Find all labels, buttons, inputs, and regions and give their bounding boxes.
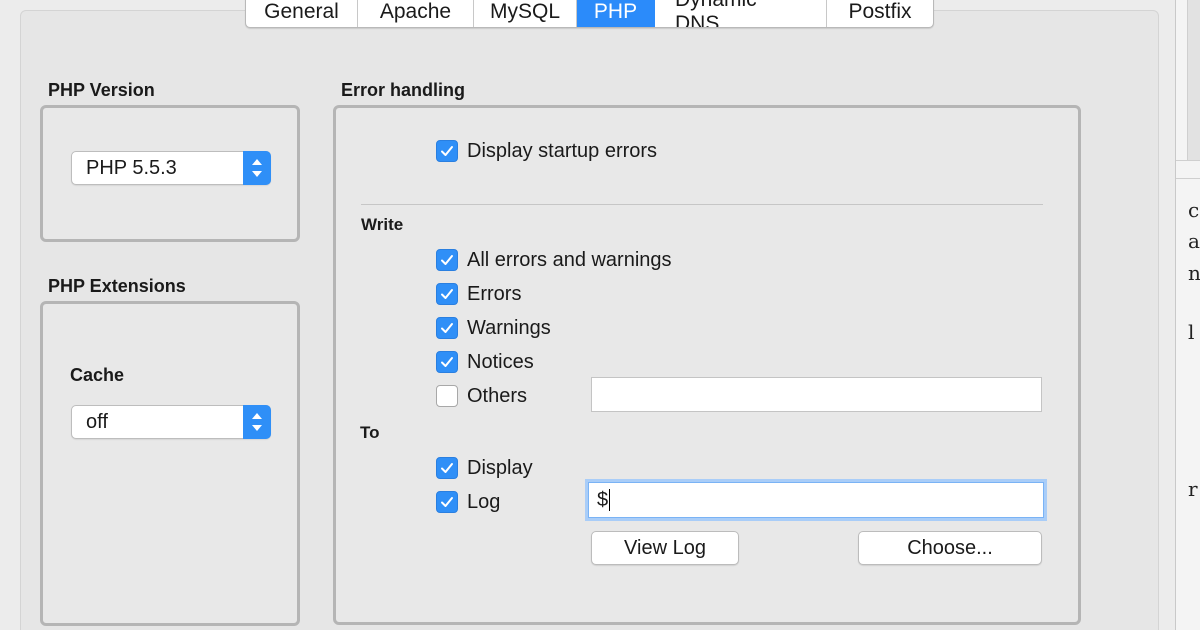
background-window-text: l	[1188, 320, 1195, 344]
tab-general[interactable]: General	[246, 0, 358, 27]
cache-label: Cache	[70, 365, 125, 385]
checkbox-label: Display startup errors	[467, 139, 658, 162]
warnings-checkbox[interactable]: Warnings	[436, 315, 551, 341]
tab-postfix[interactable]: Postfix	[827, 0, 933, 27]
display-startup-errors-checkbox[interactable]: Display startup errors	[436, 138, 657, 164]
errors-checkbox[interactable]: Errors	[436, 281, 521, 307]
checkmark-icon	[436, 491, 458, 513]
php-extensions-title: PHP Extensions	[48, 276, 186, 296]
checkbox-label: Warnings	[467, 316, 551, 339]
notices-checkbox[interactable]: Notices	[436, 349, 534, 375]
checkbox-label: All errors and warnings	[467, 248, 672, 271]
background-window-text: a	[1188, 229, 1200, 253]
view-log-button[interactable]: View Log	[591, 531, 739, 565]
checkmark-icon	[436, 283, 458, 305]
background-window-divider	[1176, 178, 1200, 179]
popup-chevrons-icon	[243, 405, 271, 439]
php-version-popup[interactable]: PHP 5.5.3	[71, 151, 271, 185]
checkbox-label: Display	[467, 456, 533, 479]
to-title: To	[360, 423, 380, 442]
php-version-title: PHP Version	[48, 80, 155, 100]
checkbox-empty-icon	[436, 385, 458, 407]
checkmark-icon	[436, 351, 458, 373]
checkmark-icon	[436, 249, 458, 271]
background-window-divider	[1176, 160, 1200, 161]
log-checkbox[interactable]: Log	[436, 489, 500, 515]
checkmark-icon	[436, 140, 458, 162]
checkbox-label: Log	[467, 490, 501, 513]
background-window-scrollbar	[1187, 0, 1200, 160]
php-extensions-group: Cache off	[40, 301, 300, 626]
tab-bar: General Apache MySQL PHP Dynamic DNS Pos…	[245, 0, 934, 28]
all-errors-and-warnings-checkbox[interactable]: All errors and warnings	[436, 247, 672, 273]
background-window-text: c	[1188, 198, 1200, 222]
log-path-value: $	[597, 488, 609, 511]
tab-mysql[interactable]: MySQL	[474, 0, 577, 27]
display-checkbox[interactable]: Display	[436, 455, 533, 481]
checkmark-icon	[436, 457, 458, 479]
others-checkbox[interactable]: Others	[436, 383, 527, 409]
others-input[interactable]	[591, 377, 1042, 412]
error-handling-title: Error handling	[341, 80, 466, 100]
background-window-text: n	[1188, 261, 1200, 285]
cache-value: off	[86, 410, 108, 433]
background-window-text: r	[1188, 477, 1198, 501]
preferences-window: c a n l r General Apache MySQL PHP Dynam…	[0, 0, 1200, 630]
checkbox-label: Others	[467, 384, 528, 407]
checkbox-label: Notices	[467, 350, 534, 373]
write-title: Write	[361, 215, 404, 234]
tab-dynamic-dns[interactable]: Dynamic DNS	[655, 0, 827, 27]
text-caret	[609, 489, 611, 511]
popup-chevrons-icon	[243, 151, 271, 185]
cache-popup[interactable]: off	[71, 405, 271, 439]
choose-button[interactable]: Choose...	[858, 531, 1042, 565]
section-divider	[361, 204, 1043, 205]
checkbox-label: Errors	[467, 282, 522, 305]
checkmark-icon	[436, 317, 458, 339]
tab-apache[interactable]: Apache	[358, 0, 474, 27]
tab-php[interactable]: PHP	[577, 0, 655, 27]
php-version-value: PHP 5.5.3	[86, 156, 177, 179]
php-version-group: PHP 5.5.3	[40, 105, 300, 242]
log-path-input[interactable]: $	[588, 482, 1044, 518]
